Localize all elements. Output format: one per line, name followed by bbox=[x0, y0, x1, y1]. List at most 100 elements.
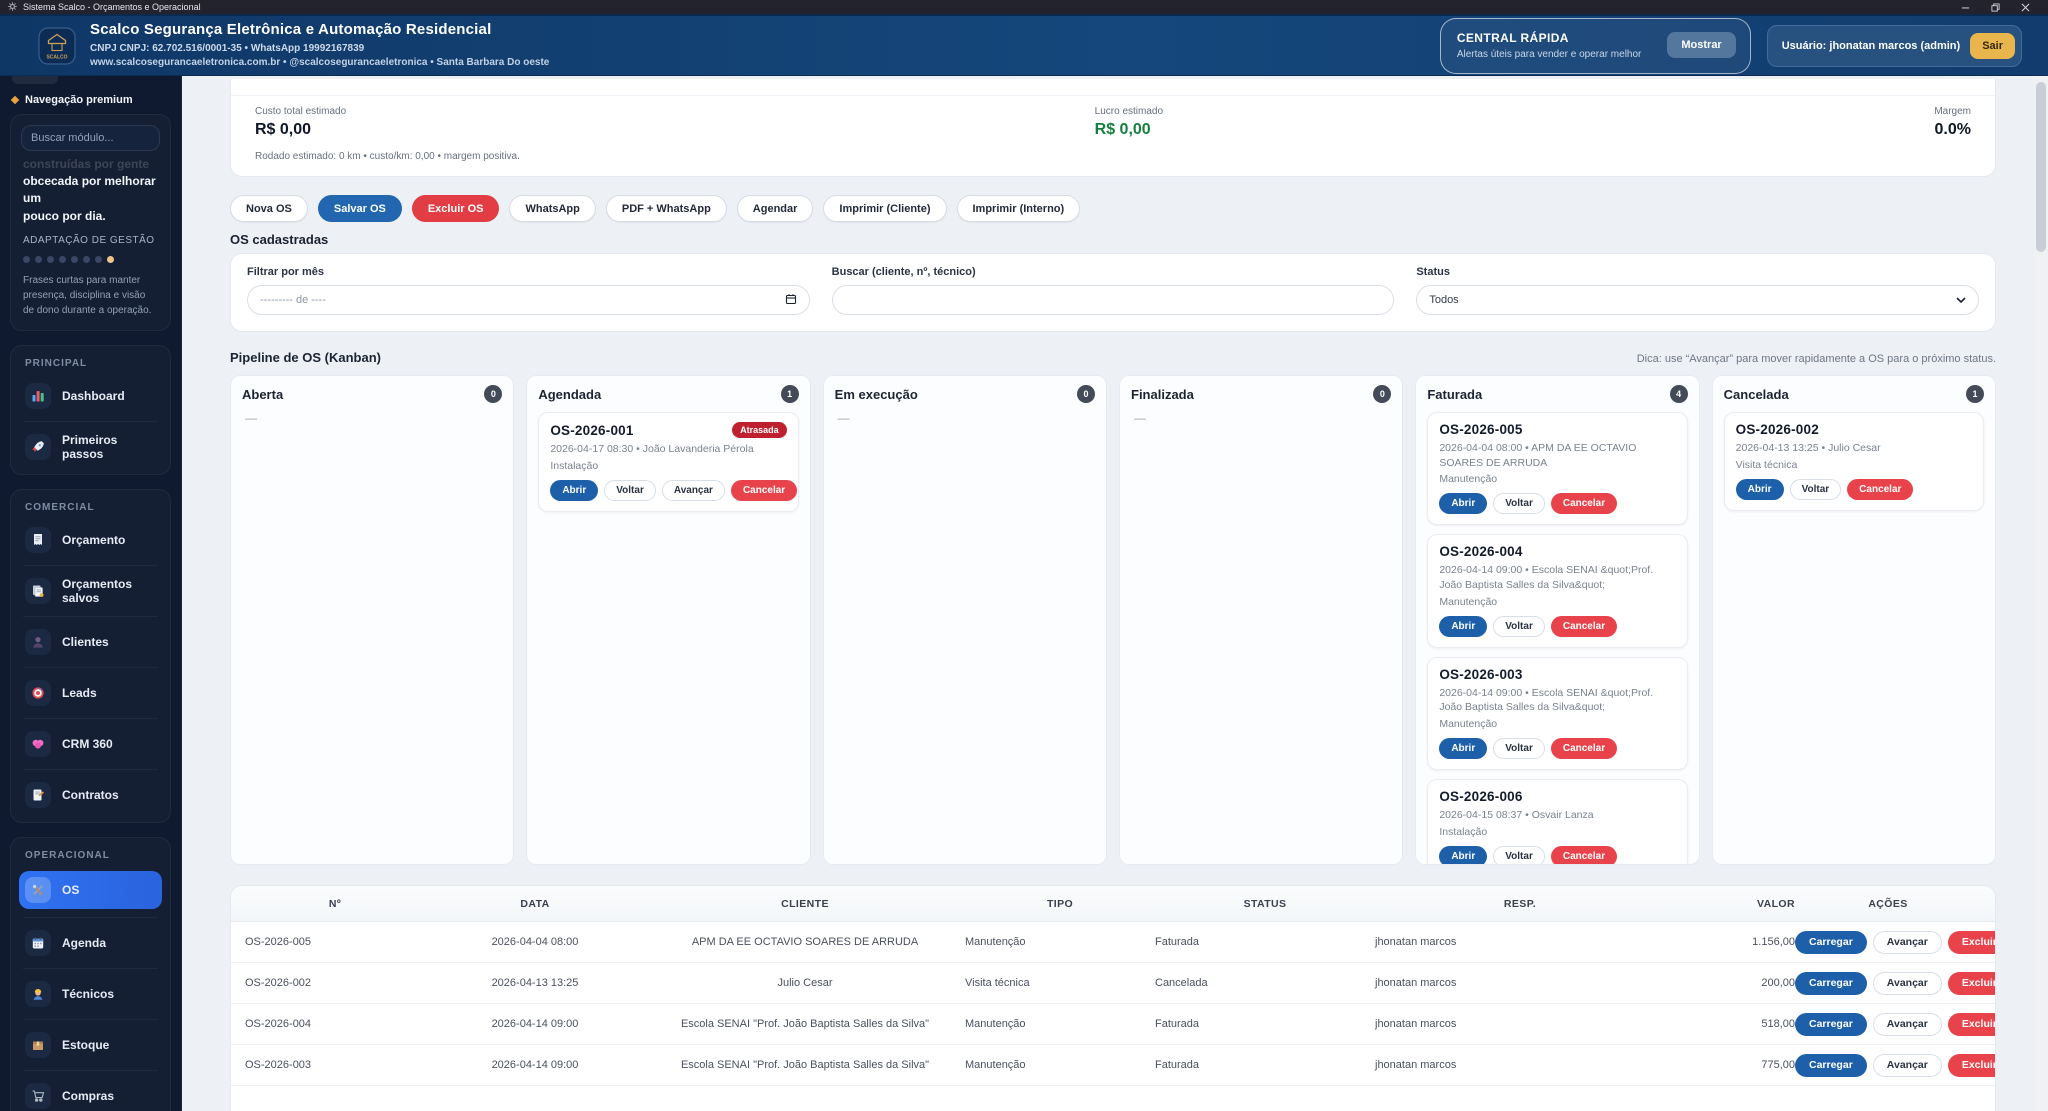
imprimir-interno-button[interactable]: Imprimir (Interno) bbox=[957, 195, 1081, 222]
mostrar-button[interactable]: Mostrar bbox=[1667, 32, 1735, 58]
sidebar-item-agenda[interactable]: Agenda bbox=[21, 926, 160, 960]
sidebar-item-contratos[interactable]: Contratos bbox=[21, 778, 160, 812]
salvar-os-button[interactable]: Salvar OS bbox=[318, 195, 402, 222]
avan-ar-button[interactable]: Avançar bbox=[1873, 1013, 1942, 1036]
status-select[interactable]: Todos bbox=[1416, 285, 1979, 315]
sidebar-item-os[interactable]: OS bbox=[19, 871, 162, 909]
avan-ar-button[interactable]: Avançar bbox=[662, 480, 725, 501]
promo-dot[interactable] bbox=[23, 256, 30, 263]
lucro-label: Lucro estimado bbox=[1095, 106, 1935, 117]
cancelar-button[interactable]: Cancelar bbox=[1551, 616, 1617, 637]
kanban-card-os-2026-004[interactable]: OS-2026-0042026-04-14 09:00 • Escola SEN… bbox=[1427, 534, 1687, 647]
kanban-column-name: Em execução bbox=[835, 387, 918, 402]
module-search-input[interactable] bbox=[21, 125, 160, 151]
abrir-button[interactable]: Abrir bbox=[1439, 846, 1487, 865]
excluir-os-button[interactable]: Excluir OS bbox=[412, 195, 500, 222]
imprimir-cliente-button[interactable]: Imprimir (Cliente) bbox=[823, 195, 946, 222]
voltar-button[interactable]: Voltar bbox=[1493, 616, 1545, 637]
table-row: OS-2026-0022026-04-13 13:25Julio CesarVi… bbox=[231, 963, 1995, 1004]
sidebar-item-orçamentos-salvos[interactable]: Orçamentos salvos bbox=[21, 574, 160, 608]
kanban-card-header: OS-2026-005 bbox=[1439, 422, 1675, 437]
column-header-status: STATUS bbox=[1155, 898, 1375, 910]
kanban-card-os-2026-005[interactable]: OS-2026-0052026-04-04 08:00 • APM DA EE … bbox=[1427, 412, 1687, 525]
column-header-resp: RESP. bbox=[1375, 898, 1665, 910]
excluir-button[interactable]: Excluir bbox=[1948, 1054, 1996, 1077]
receipt-icon bbox=[25, 527, 51, 553]
promo-carousel-dots[interactable] bbox=[23, 256, 158, 263]
excluir-button[interactable]: Excluir bbox=[1948, 1013, 1996, 1036]
abrir-button[interactable]: Abrir bbox=[1736, 479, 1784, 500]
os-search-input[interactable] bbox=[845, 286, 1382, 314]
sidebar-item-estoque[interactable]: Estoque bbox=[21, 1028, 160, 1062]
os-card-meta: 2026-04-13 13:25 • Julio Cesar bbox=[1736, 441, 1972, 456]
sidebar-item-crm-360[interactable]: CRM 360 bbox=[21, 727, 160, 761]
cancelar-button[interactable]: Cancelar bbox=[1847, 479, 1913, 500]
logout-button[interactable]: Sair bbox=[1970, 33, 2015, 59]
sidebar-item-orçamento[interactable]: Orçamento bbox=[21, 523, 160, 557]
promo-dot[interactable] bbox=[59, 256, 66, 263]
voltar-button[interactable]: Voltar bbox=[1493, 493, 1545, 514]
abrir-button[interactable]: Abrir bbox=[1439, 738, 1487, 759]
promo-dot[interactable] bbox=[107, 256, 114, 263]
kanban-card-os-2026-002[interactable]: OS-2026-0022026-04-13 13:25 • Julio Cesa… bbox=[1724, 412, 1984, 511]
carregar-button[interactable]: Carregar bbox=[1795, 972, 1867, 995]
month-filter-input[interactable]: --------- de ---- bbox=[247, 285, 810, 315]
abrir-button[interactable]: Abrir bbox=[1439, 616, 1487, 637]
value-cell: 518,00 bbox=[1665, 1018, 1795, 1030]
excluir-button[interactable]: Excluir bbox=[1948, 972, 1996, 995]
premium-label: Navegação premium bbox=[25, 94, 133, 106]
close-icon[interactable] bbox=[2010, 0, 2040, 14]
voltar-button[interactable]: Voltar bbox=[604, 480, 656, 501]
sidebar-item-clientes[interactable]: Clientes bbox=[21, 625, 160, 659]
sidebar-item-label: Primeiros passos bbox=[62, 433, 156, 461]
whatsapp-button[interactable]: WhatsApp bbox=[509, 195, 595, 222]
kanban-card-os-2026-006[interactable]: OS-2026-0062026-04-15 08:37 • Osvair Lan… bbox=[1427, 779, 1687, 865]
sidebar-item-label: Contratos bbox=[62, 788, 119, 802]
voltar-button[interactable]: Voltar bbox=[1493, 846, 1545, 865]
carregar-button[interactable]: Carregar bbox=[1795, 931, 1867, 954]
nova-os-button[interactable]: Nova OS bbox=[230, 195, 308, 222]
cancelar-button[interactable]: Cancelar bbox=[1551, 846, 1617, 865]
sidebar-item-label: Clientes bbox=[62, 635, 109, 649]
kanban-empty-placeholder: — bbox=[245, 411, 502, 425]
promo-dot[interactable] bbox=[83, 256, 90, 263]
sidebar-item-compras[interactable]: Compras bbox=[21, 1079, 160, 1111]
sidebar-item-label: CRM 360 bbox=[62, 737, 113, 751]
user-label: Usuário: jhonatan marcos (admin) bbox=[1782, 40, 1960, 52]
abrir-button[interactable]: Abrir bbox=[550, 480, 598, 501]
kanban-card-os-2026-003[interactable]: OS-2026-0032026-04-14 09:00 • Escola SEN… bbox=[1427, 657, 1687, 770]
avan-ar-button[interactable]: Avançar bbox=[1873, 931, 1942, 954]
responsible-cell: jhonatan marcos bbox=[1375, 977, 1665, 989]
sidebar-item-divider bbox=[23, 421, 158, 422]
scrollbar-thumb[interactable] bbox=[2036, 82, 2046, 252]
sidebar-item-técnicos[interactable]: Técnicos bbox=[21, 977, 160, 1011]
promo-dot[interactable] bbox=[35, 256, 42, 263]
promo-dot[interactable] bbox=[47, 256, 54, 263]
cancelar-button[interactable]: Cancelar bbox=[1551, 738, 1617, 759]
cancelar-button[interactable]: Cancelar bbox=[1551, 493, 1617, 514]
carregar-button[interactable]: Carregar bbox=[1795, 1013, 1867, 1036]
promo-dot[interactable] bbox=[71, 256, 78, 263]
abrir-button[interactable]: Abrir bbox=[1439, 493, 1487, 514]
voltar-button[interactable]: Voltar bbox=[1790, 479, 1842, 500]
agendar-button[interactable]: Agendar bbox=[737, 195, 814, 222]
avan-ar-button[interactable]: Avançar bbox=[1873, 972, 1942, 995]
pdf-whatsapp-button[interactable]: PDF + WhatsApp bbox=[606, 195, 727, 222]
sidebar-item-leads[interactable]: Leads bbox=[21, 676, 160, 710]
vertical-scrollbar[interactable] bbox=[2034, 76, 2048, 1111]
sidebar-item-primeiros-passos[interactable]: Primeiros passos bbox=[21, 430, 160, 464]
voltar-button[interactable]: Voltar bbox=[1493, 738, 1545, 759]
carregar-button[interactable]: Carregar bbox=[1795, 1054, 1867, 1077]
os-card-actions: Abrir Voltar Cancelar bbox=[1439, 493, 1675, 514]
column-header-tipo: TIPO bbox=[965, 898, 1155, 910]
minimize-icon[interactable] bbox=[1950, 0, 1980, 14]
restore-icon[interactable] bbox=[1980, 0, 2010, 14]
calendar-picker-icon[interactable] bbox=[785, 293, 797, 308]
excluir-button[interactable]: Excluir bbox=[1948, 931, 1996, 954]
kanban-card-os-2026-001[interactable]: OS-2026-001Atrasada2026-04-17 08:30 • Jo… bbox=[538, 412, 798, 512]
avan-ar-button[interactable]: Avançar bbox=[1873, 1054, 1942, 1077]
promo-dot[interactable] bbox=[95, 256, 102, 263]
cancelar-button[interactable]: Cancelar bbox=[731, 480, 797, 501]
sidebar-item-dashboard[interactable]: Dashboard bbox=[21, 379, 160, 413]
kanban-column-aberta: Aberta0— bbox=[230, 375, 514, 865]
